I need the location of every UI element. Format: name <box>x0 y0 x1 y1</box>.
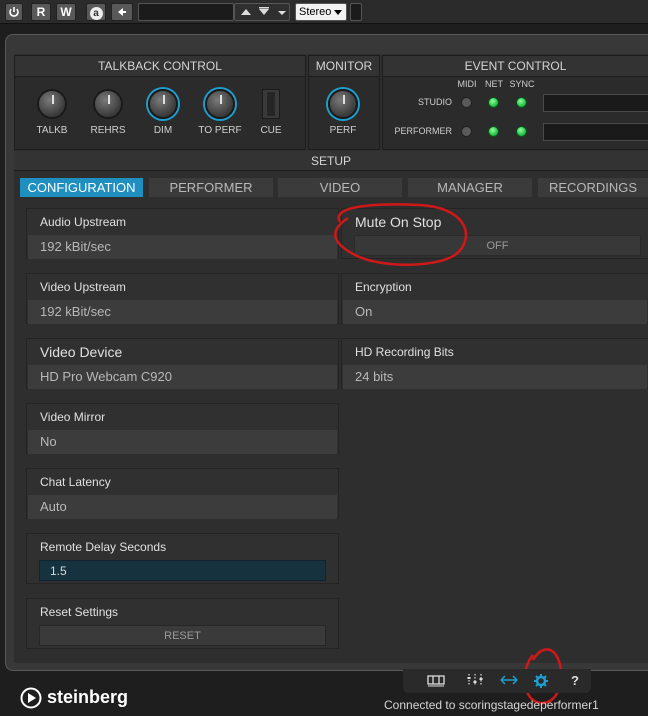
routing-icon <box>427 675 445 687</box>
routing-button[interactable] <box>425 673 447 689</box>
steinberg-logo: steinberg <box>20 686 130 710</box>
mixer-button[interactable] <box>464 673 486 689</box>
video-link-icon <box>500 675 518 685</box>
connection-status: Connected to scoringstagedeperformer1 <box>384 698 599 712</box>
settings-icon <box>534 674 548 688</box>
settings-button[interactable] <box>530 673 552 689</box>
brand-label: steinberg <box>47 687 129 707</box>
annotation-circle-mute <box>334 203 468 266</box>
annotation-overlay <box>334 203 563 705</box>
video-link-button[interactable] <box>498 673 520 689</box>
steinberg-logo-icon <box>20 687 42 709</box>
help-button[interactable]: ? <box>564 673 586 689</box>
mixer-icon <box>467 674 483 686</box>
